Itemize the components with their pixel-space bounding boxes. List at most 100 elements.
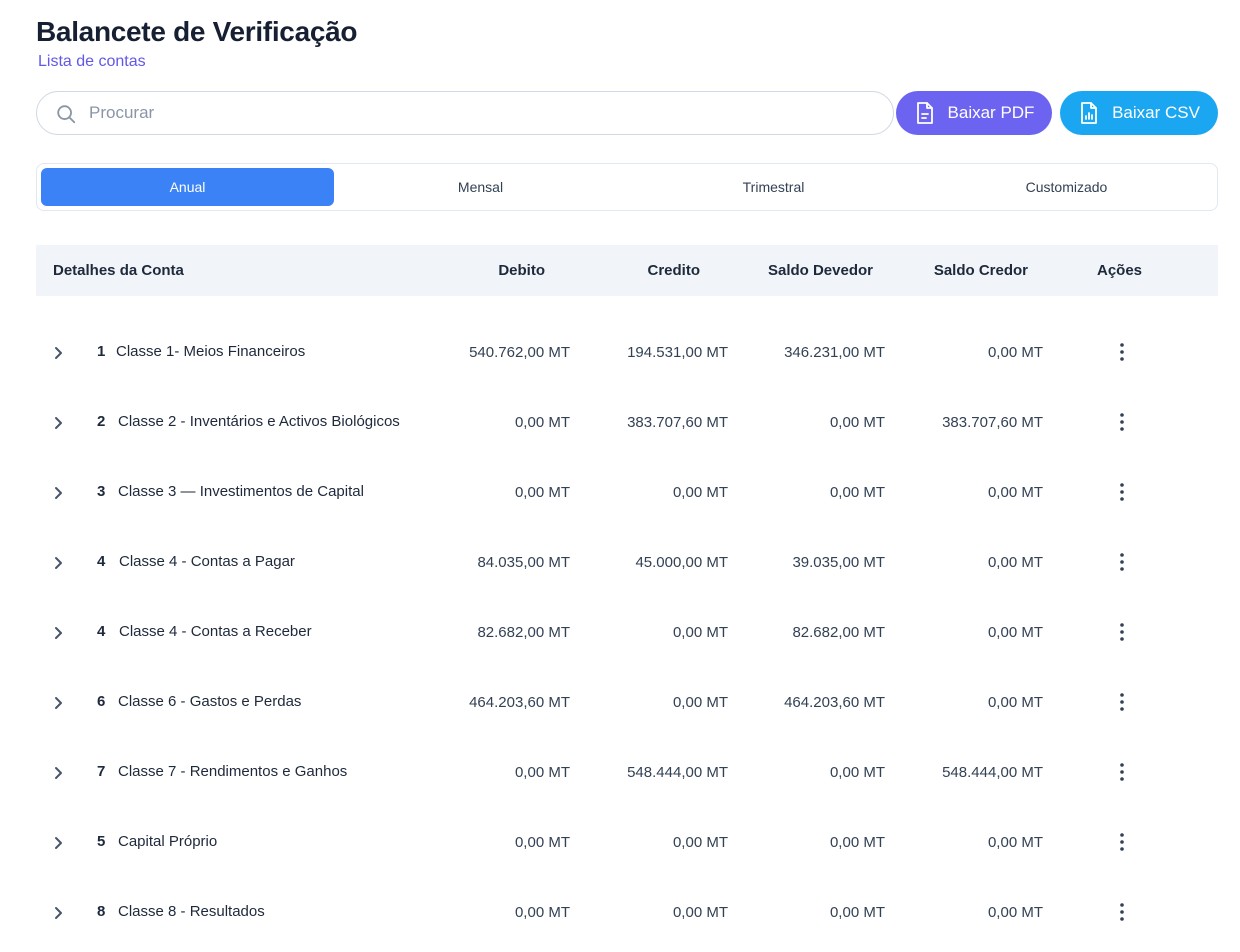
header-account-details: Detalhes da Conta — [53, 262, 184, 279]
download-csv-label: Baixar CSV — [1112, 103, 1200, 122]
table-row[interactable]: 8 Classe 8 - Resultados 0,00 MT 0,00 MT 0,00… — [36, 882, 1218, 952]
more-vertical-icon[interactable] — [1115, 410, 1129, 434]
account-name: Classe 2 - Inventários e Activos Biológi… — [118, 413, 400, 430]
page-title: Balancete de Verificação — [36, 16, 358, 47]
balance-credit-value: 0,00 MT — [987, 484, 1043, 501]
header-credit: Credito — [647, 262, 701, 279]
account-number: 8 — [97, 903, 106, 920]
page-subtitle: Lista de contas — [38, 53, 146, 70]
account-number: 4 — [97, 553, 106, 570]
debit-value: 0,00 MT — [514, 414, 570, 431]
chevron-right-icon[interactable] — [50, 345, 66, 361]
debit-value: 0,00 MT — [514, 904, 570, 921]
balance-credit-value: 0,00 MT — [987, 834, 1043, 851]
search-input[interactable] — [89, 92, 869, 134]
header-debit: Debito — [498, 262, 545, 279]
more-vertical-icon[interactable] — [1115, 900, 1129, 924]
more-vertical-icon[interactable] — [1115, 340, 1129, 364]
balance-debit-value: 39.035,00 MT — [792, 554, 885, 571]
balance-debit-value: 82.682,00 MT — [792, 624, 885, 641]
header-balance-credit: Saldo Credor — [933, 262, 1028, 279]
credit-value: 0,00 MT — [672, 834, 728, 851]
account-number: 7 — [97, 763, 106, 780]
account-name: Classe 8 - Resultados — [118, 903, 265, 920]
search-icon — [57, 105, 76, 124]
credit-value: 0,00 MT — [672, 484, 728, 501]
download-csv-button[interactable]: Baixar CSV — [1060, 91, 1218, 135]
account-number: 3 — [97, 483, 106, 500]
account-number: 6 — [97, 693, 106, 710]
account-number: 5 — [97, 833, 106, 850]
header-actions: Ações — [1097, 262, 1143, 279]
balance-credit-value: 0,00 MT — [987, 904, 1043, 921]
chevron-right-icon[interactable] — [50, 555, 66, 571]
debit-value: 0,00 MT — [514, 484, 570, 501]
credit-value: 0,00 MT — [672, 624, 728, 641]
table-row[interactable]: 2 Classe 2 - Inventários e Activos Biológ… — [36, 392, 1218, 462]
balance-debit-value: 464.203,60 MT — [784, 694, 885, 711]
chevron-right-icon[interactable] — [50, 905, 66, 921]
file-chart-icon — [1081, 102, 1097, 124]
balance-debit-value: 0,00 MT — [829, 484, 885, 501]
table-row[interactable]: 3 Classe 3 — Investimentos de Capital 0,00… — [36, 462, 1218, 532]
table-row[interactable]: 5 Capital Próprio 0,00 MT 0,00 MT 0,00 MT 0,0… — [36, 812, 1218, 882]
account-name: Classe 4 - Contas a Receber — [119, 623, 312, 640]
debit-value: 464.203,60 MT — [469, 694, 570, 711]
account-name: Classe 3 — Investimentos de Capital — [118, 483, 364, 500]
table-row[interactable]: 4 Classe 4 - Contas a Receber 82.682,00 MT… — [36, 602, 1218, 672]
chevron-right-icon[interactable] — [50, 765, 66, 781]
download-pdf-button[interactable]: Baixar PDF — [896, 91, 1052, 135]
search-bar[interactable] — [36, 91, 894, 135]
more-vertical-icon[interactable] — [1115, 690, 1129, 714]
file-text-icon — [916, 102, 933, 124]
table-row[interactable]: 6 Classe 6 - Gastos e Perdas 464.203,60 MT… — [36, 672, 1218, 742]
balance-credit-value: 0,00 MT — [987, 554, 1043, 571]
table-row[interactable]: 1 Classe 1- Meios Financeiros 540.762,00 M… — [36, 322, 1218, 392]
chevron-right-icon[interactable] — [50, 835, 66, 851]
account-name: Capital Próprio — [118, 833, 218, 850]
table-row[interactable]: 7 Classe 7 - Rendimentos e Ganhos 0,00 MT 5… — [36, 742, 1218, 812]
balance-debit-value: 0,00 MT — [829, 904, 885, 921]
account-name: Classe 7 - Rendimentos e Ganhos — [118, 763, 348, 780]
chevron-right-icon[interactable] — [50, 695, 66, 711]
account-name: Classe 6 - Gastos e Perdas — [118, 693, 302, 710]
balance-debit-value: 0,00 MT — [829, 834, 885, 851]
more-vertical-icon[interactable] — [1115, 830, 1129, 854]
tab-mensal[interactable]: Mensal — [334, 168, 627, 206]
balance-credit-value: 548.444,00 MT — [942, 764, 1043, 781]
account-number: 4 — [97, 623, 106, 640]
balance-debit-value: 0,00 MT — [829, 764, 885, 781]
credit-value: 194.531,00 MT — [627, 344, 728, 361]
balance-credit-value: 0,00 MT — [987, 344, 1043, 361]
more-vertical-icon[interactable] — [1115, 480, 1129, 504]
more-vertical-icon[interactable] — [1115, 550, 1129, 574]
balance-debit-value: 346.231,00 MT — [784, 344, 885, 361]
tab-trimestral[interactable]: Trimestral — [627, 168, 920, 206]
chevron-right-icon[interactable] — [50, 625, 66, 641]
credit-value: 45.000,00 MT — [635, 554, 728, 571]
credit-value: 383.707,60 MT — [627, 414, 728, 431]
credit-value: 0,00 MT — [672, 694, 728, 711]
credit-value: 548.444,00 MT — [627, 764, 728, 781]
debit-value: 84.035,00 MT — [477, 554, 570, 571]
tab-customizado[interactable]: Customizado — [920, 168, 1213, 206]
more-vertical-icon[interactable] — [1115, 760, 1129, 784]
chevron-right-icon[interactable] — [50, 485, 66, 501]
balance-credit-value: 0,00 MT — [987, 694, 1043, 711]
chevron-right-icon[interactable] — [50, 415, 66, 431]
balance-credit-value: 0,00 MT — [987, 624, 1043, 641]
credit-value: 0,00 MT — [672, 904, 728, 921]
table-row[interactable]: 4 Classe 4 - Contas a Pagar 84.035,00 MT 45… — [36, 532, 1218, 602]
download-pdf-label: Baixar PDF — [947, 103, 1035, 122]
balance-credit-value: 383.707,60 MT — [942, 414, 1043, 431]
more-vertical-icon[interactable] — [1115, 620, 1129, 644]
table-header: Detalhes da Conta Debito Credito Saldo D… — [36, 245, 1218, 296]
debit-value: 0,00 MT — [514, 764, 570, 781]
account-number: 1 — [97, 343, 106, 360]
debit-value: 0,00 MT — [514, 834, 570, 851]
account-name: Classe 1- Meios Financeiros — [116, 343, 306, 360]
account-name: Classe 4 - Contas a Pagar — [119, 553, 295, 570]
tab-anual[interactable]: Anual — [41, 168, 334, 206]
debit-value: 540.762,00 MT — [469, 344, 570, 361]
debit-value: 82.682,00 MT — [477, 624, 570, 641]
